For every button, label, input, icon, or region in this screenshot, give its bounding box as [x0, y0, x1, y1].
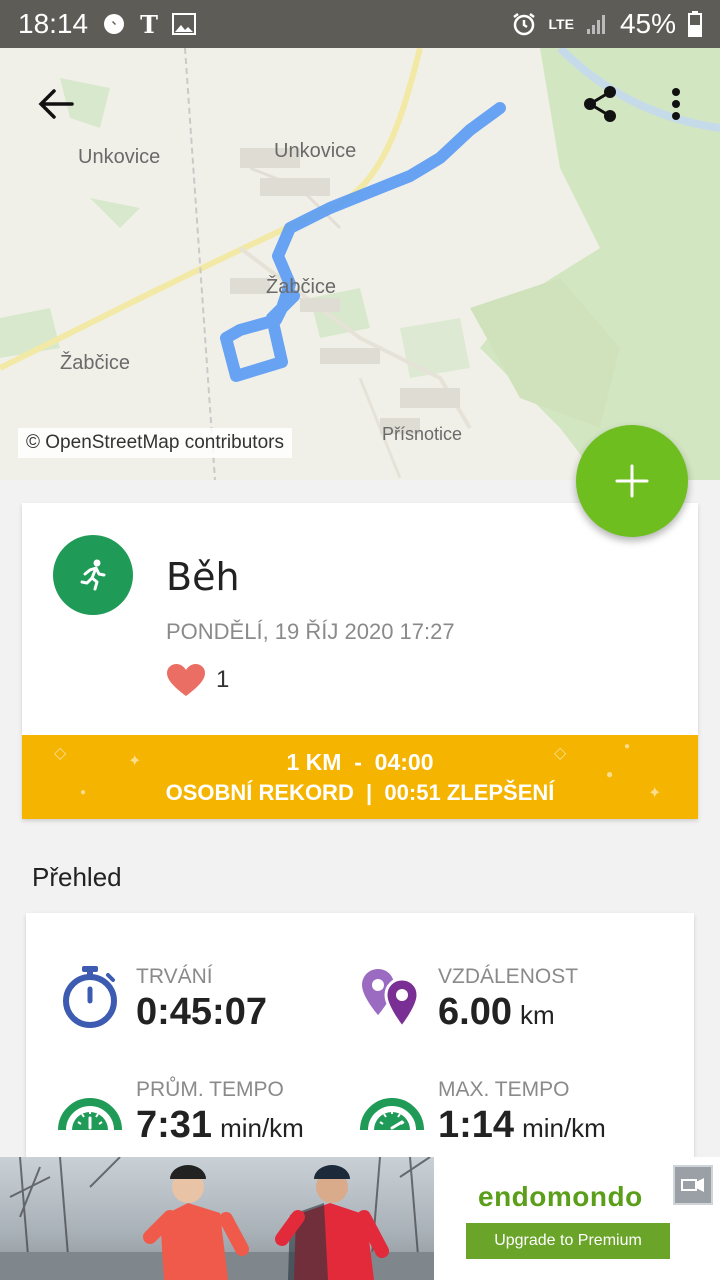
sparkle-icon: ✦ [648, 785, 662, 802]
stat-duration: TRVÁNÍ 0:45:07 [58, 965, 358, 1045]
stat-max-pace: MAX. TEMPO 1:14 min/km [360, 1078, 680, 1158]
likes-count: 1 [216, 666, 230, 693]
map-attribution[interactable]: © OpenStreetMap contributors [18, 428, 292, 458]
upgrade-premium-button[interactable]: Upgrade to Premium [466, 1223, 670, 1259]
stat-distance-label: VZDÁLENOST [438, 965, 579, 988]
gallery-icon [171, 13, 196, 35]
sport-title: Běh [166, 555, 240, 599]
back-button[interactable] [28, 76, 84, 132]
share-button[interactable] [572, 76, 628, 132]
more-options-button[interactable] [648, 76, 704, 132]
add-fab-button[interactable] [576, 425, 688, 537]
arrow-left-icon [38, 89, 74, 119]
stat-distance: VZDÁLENOST 6.00 km [360, 965, 680, 1045]
avg-pace-unit: min/km [220, 1113, 304, 1143]
record-distance-time: 1 KM - 04:00 [286, 749, 434, 775]
route-map[interactable]: Unkovice Unkovice Žabčice Žabčice Přísno… [0, 48, 720, 480]
plus-icon [615, 464, 649, 498]
map-label-unkovice: Unkovice [78, 146, 161, 168]
sport-avatar [53, 535, 133, 615]
speedometer-icon [360, 1078, 424, 1142]
more-vert-icon [672, 88, 680, 120]
status-time: 18:14 [18, 8, 89, 39]
ad-close-button[interactable] [673, 1165, 713, 1205]
max-pace-unit: min/km [522, 1113, 606, 1143]
battery-icon [688, 11, 702, 37]
stat-max-pace-label: MAX. TEMPO [438, 1078, 570, 1101]
activity-date: PONDĚLÍ, 19 ŘÍJ 2020 17:27 [166, 619, 455, 644]
t-mobile-icon: T [140, 9, 158, 39]
map-label-prisnotice: Přísnotice [382, 424, 463, 444]
stat-avg-pace-value: 7:31 min/km [136, 1104, 304, 1147]
heart-icon[interactable] [166, 663, 206, 697]
sparkle-icon: ◇ [554, 745, 567, 762]
network-type: LTE [548, 16, 574, 32]
avg-pace-value-text: 7:31 [136, 1104, 213, 1146]
record-improvement: OSOBNÍ REKORD | 00:51 ZLEPŠENÍ [165, 780, 555, 805]
running-icon [80, 559, 106, 591]
endomondo-logo: endomondo [478, 1181, 643, 1212]
map-label-zabcice: Žabčice [266, 276, 337, 298]
map-pins-icon [360, 965, 424, 1029]
ad-photo-runners [0, 1157, 434, 1280]
distance-unit: km [519, 1000, 555, 1030]
ad-banner[interactable]: endomondo Upgrade to Premium [0, 1157, 720, 1280]
distance-value-text: 6.00 [438, 991, 512, 1033]
personal-record-banner[interactable]: ◇ ✦ ● ◇ ● ● ✦ 1 KM - 04:00 OSOBNÍ REKORD… [22, 735, 698, 819]
overview-title: Přehled [32, 862, 122, 892]
likes[interactable]: 1 [166, 663, 229, 697]
overview-card: TRVÁNÍ 0:45:07 VZDÁLENOST 6.00 km PRŮM. T… [26, 913, 694, 1173]
alarm-icon [511, 11, 537, 37]
stat-avg-pace: PRŮM. TEMPO 7:31 min/km [58, 1078, 358, 1158]
sparkle-icon: ✦ [128, 753, 142, 770]
speedometer-icon [58, 1078, 122, 1142]
sparkle-icon: ◇ [54, 745, 67, 762]
duration-value-text: 0:45:07 [136, 991, 267, 1033]
sparkle-icon: ● [606, 767, 614, 781]
messenger-icon [102, 12, 126, 36]
stat-duration-label: TRVÁNÍ [136, 965, 213, 988]
status-bar: 18:14 T LTE 45% [0, 0, 720, 48]
activity-card: Běh PONDĚLÍ, 19 ŘÍJ 2020 17:27 1 ◇ ✦ ● ◇… [22, 503, 698, 819]
stat-duration-value: 0:45:07 [136, 991, 267, 1034]
battery-percent: 45% [619, 8, 676, 39]
stat-avg-pace-label: PRŮM. TEMPO [136, 1078, 284, 1101]
signal-icon [586, 13, 608, 35]
map-label-unkovice: Unkovice [274, 140, 357, 162]
share-icon [584, 86, 616, 122]
max-pace-value-text: 1:14 [438, 1104, 515, 1146]
sparkle-icon: ● [80, 787, 87, 798]
stat-distance-value: 6.00 km [438, 991, 555, 1034]
stat-max-pace-value: 1:14 min/km [438, 1104, 606, 1147]
sparkle-icon: ● [624, 741, 631, 752]
map-label-zabcice: Žabčice [60, 352, 131, 374]
stopwatch-icon [58, 965, 122, 1029]
ad-choices-icon [681, 1178, 704, 1192]
